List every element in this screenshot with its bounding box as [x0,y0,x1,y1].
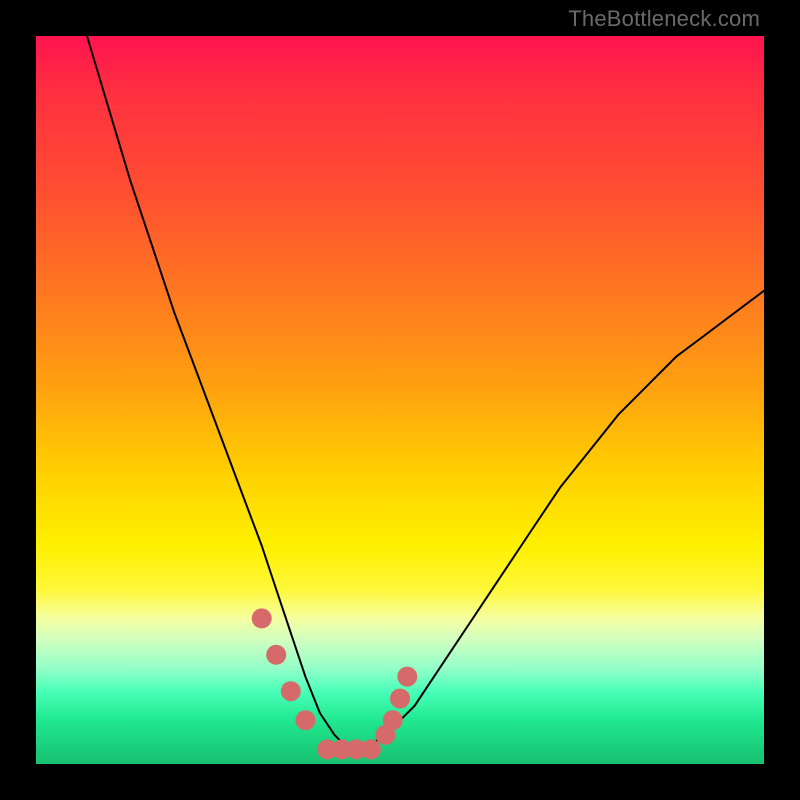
highlight-dot [252,608,272,628]
highlight-dot [397,667,417,687]
highlight-dot [390,689,410,709]
chart-svg [36,36,764,764]
highlight-dot [281,681,301,701]
highlight-dot [266,645,286,665]
highlight-dots-group [252,608,418,759]
highlight-dot [383,710,403,730]
highlight-dot [295,710,315,730]
chart-frame: TheBottleneck.com [0,0,800,800]
plot-area [36,36,764,764]
watermark-label: TheBottleneck.com [568,6,760,32]
bottleneck-curve [87,36,764,749]
highlight-dot [361,739,381,759]
